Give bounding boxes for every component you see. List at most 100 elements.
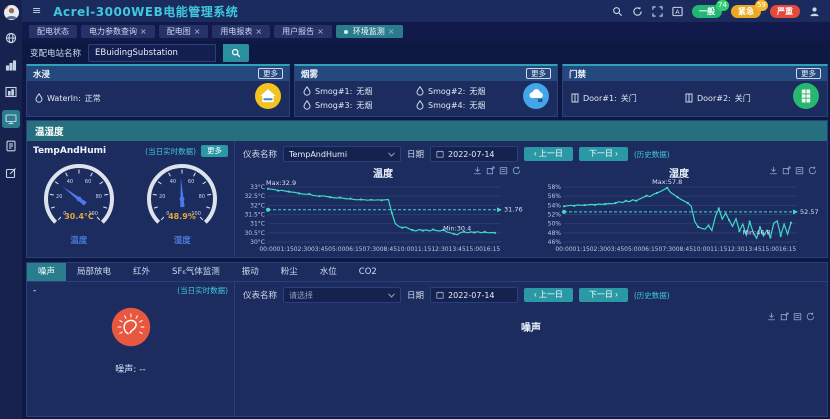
refresh-icon[interactable] bbox=[632, 6, 643, 17]
svg-text:56%: 56% bbox=[548, 193, 562, 200]
signal-bars-icon bbox=[5, 59, 17, 71]
svg-text:20: 20 bbox=[56, 194, 62, 200]
restore-icon[interactable] bbox=[512, 166, 521, 175]
prev-day-button[interactable]: ‹ 上一日 bbox=[524, 288, 573, 302]
tab-infrared[interactable]: 红外 bbox=[122, 263, 161, 281]
language-icon[interactable]: A bbox=[672, 6, 683, 17]
sensor-label: Smog#3: bbox=[315, 101, 352, 110]
sidebar-item-globe[interactable] bbox=[2, 29, 20, 47]
svg-text:33°C: 33°C bbox=[250, 184, 265, 191]
svg-text:48%: 48% bbox=[548, 230, 562, 237]
more-button[interactable]: 更多 bbox=[796, 68, 821, 79]
tab-water-level[interactable]: 水位 bbox=[309, 263, 348, 281]
menu-icon[interactable]: ≡ bbox=[32, 0, 41, 22]
tab-co2[interactable]: CO2 bbox=[348, 263, 388, 281]
tab-user-report[interactable]: 用户报告× bbox=[274, 25, 332, 38]
sidebar-item-reports[interactable] bbox=[2, 137, 20, 155]
tab-sf6-gas[interactable]: SF₆气体监测 bbox=[161, 263, 231, 281]
tab-dust[interactable]: 粉尘 bbox=[270, 263, 309, 281]
temphumi-panel-header: 温湿度 bbox=[27, 121, 827, 141]
alarm-badge-severe[interactable]: 严重 bbox=[770, 5, 800, 18]
chart-toolbox bbox=[473, 166, 521, 175]
svg-text:06:15: 06:15 bbox=[641, 246, 658, 253]
tab-label: 用电报表 bbox=[220, 25, 252, 38]
alarm-badge-urgent[interactable]: 紧急 59 bbox=[731, 5, 761, 18]
more-button[interactable]: 更多 bbox=[526, 68, 551, 79]
topbar: ≡ Acrel-3000WEB电能管理系统 A 一般 74 紧急 59 严重 bbox=[22, 0, 830, 22]
svg-text:11:15: 11:15 bbox=[710, 246, 727, 253]
calendar-icon bbox=[436, 150, 444, 158]
close-icon[interactable]: × bbox=[255, 25, 262, 38]
history-data-link[interactable]: (历史数据) bbox=[634, 290, 670, 301]
data-zoom-icon[interactable] bbox=[486, 166, 495, 175]
temperature-gauge: 02040608010030.4°C 温度 bbox=[31, 159, 127, 246]
close-icon[interactable]: × bbox=[194, 25, 201, 38]
meter-name: - bbox=[33, 286, 36, 296]
fullscreen-icon[interactable] bbox=[652, 6, 663, 17]
data-view-icon[interactable] bbox=[499, 166, 508, 175]
search-icon bbox=[231, 48, 241, 58]
close-icon[interactable]: × bbox=[140, 25, 147, 38]
sidebar-item-environment-monitor[interactable] bbox=[2, 110, 20, 128]
tab-power-status[interactable]: 配电状态 bbox=[29, 25, 77, 38]
svg-text:10:00: 10:00 bbox=[397, 246, 414, 253]
sidebar-item-edit[interactable] bbox=[2, 164, 20, 182]
data-zoom-icon[interactable] bbox=[782, 166, 791, 175]
realtime-data-label: (当日实时数据) bbox=[177, 285, 228, 296]
avatar[interactable] bbox=[4, 5, 19, 20]
svg-text:06:15: 06:15 bbox=[345, 246, 362, 253]
next-day-button[interactable]: 下一日 › bbox=[579, 147, 628, 161]
station-search-input[interactable] bbox=[88, 44, 216, 62]
save-image-icon[interactable] bbox=[769, 166, 778, 175]
tab-label: 用户报告 bbox=[282, 25, 314, 38]
date-picker[interactable]: 2022-07-14 bbox=[430, 287, 518, 303]
water-panel-header: 水浸 更多 bbox=[27, 66, 289, 81]
svg-text:08:45: 08:45 bbox=[676, 246, 693, 253]
restore-icon[interactable] bbox=[806, 312, 815, 321]
svg-text:02:30: 02:30 bbox=[590, 246, 607, 253]
prev-day-button[interactable]: ‹ 上一日 bbox=[524, 147, 573, 161]
more-button[interactable]: 更多 bbox=[201, 145, 228, 157]
tab-vibration[interactable]: 振动 bbox=[231, 263, 270, 281]
sidebar-item-parameters[interactable] bbox=[2, 56, 20, 74]
tab-noise[interactable]: 噪声 bbox=[27, 263, 66, 281]
svg-text:16:15: 16:15 bbox=[779, 246, 796, 253]
svg-text:80: 80 bbox=[199, 194, 205, 200]
tab-energy-report[interactable]: 用电报表× bbox=[212, 25, 270, 38]
meter-select[interactable]: TempAndHumi bbox=[283, 146, 401, 162]
tab-power-parameters[interactable]: 电力参数查询× bbox=[81, 25, 155, 38]
sidebar-item-charts[interactable] bbox=[2, 83, 20, 101]
door-panel: 门禁 更多 Door#1:关门 Door#2:关门 bbox=[562, 64, 828, 117]
tab-bar: 配电状态 电力参数查询× 配电图× 用电报表× 用户报告× 环境监测× bbox=[22, 22, 830, 41]
history-data-link[interactable]: (历史数据) bbox=[634, 149, 670, 160]
notification-dot bbox=[4, 5, 8, 9]
alarm-badge-general[interactable]: 一般 74 bbox=[692, 5, 722, 18]
data-view-icon[interactable] bbox=[793, 312, 802, 321]
save-image-icon[interactable] bbox=[473, 166, 482, 175]
svg-text:54%: 54% bbox=[548, 202, 562, 209]
search-icon[interactable] bbox=[612, 6, 623, 17]
tab-power-diagram[interactable]: 配电图× bbox=[159, 25, 209, 38]
data-zoom-icon[interactable] bbox=[780, 312, 789, 321]
date-picker[interactable]: 2022-07-14 bbox=[430, 146, 518, 162]
meter-select[interactable]: 请选择 bbox=[283, 287, 401, 303]
next-day-button[interactable]: 下一日 › bbox=[579, 288, 628, 302]
svg-text:48.9%: 48.9% bbox=[168, 212, 196, 221]
station-search-button[interactable] bbox=[223, 44, 249, 62]
droplet-icon bbox=[303, 86, 311, 96]
save-image-icon[interactable] bbox=[767, 312, 776, 321]
more-button[interactable]: 更多 bbox=[258, 68, 283, 79]
chart-title: 噪声 bbox=[235, 319, 827, 332]
close-icon[interactable]: × bbox=[388, 25, 395, 38]
svg-text:13:45: 13:45 bbox=[449, 246, 466, 253]
tab-partial-discharge[interactable]: 局部放电 bbox=[66, 263, 122, 281]
data-view-icon[interactable] bbox=[795, 166, 804, 175]
tab-environment-monitoring[interactable]: 环境监测× bbox=[336, 25, 403, 38]
sensor-status: 无烟 bbox=[469, 100, 485, 111]
alarm-badge-label: 一般 bbox=[699, 7, 715, 16]
close-icon[interactable]: × bbox=[317, 25, 324, 38]
door-status-item: Door#2:关门 bbox=[685, 93, 793, 104]
restore-icon[interactable] bbox=[808, 166, 817, 175]
svg-text:80: 80 bbox=[95, 194, 101, 200]
user-icon[interactable] bbox=[809, 6, 820, 17]
